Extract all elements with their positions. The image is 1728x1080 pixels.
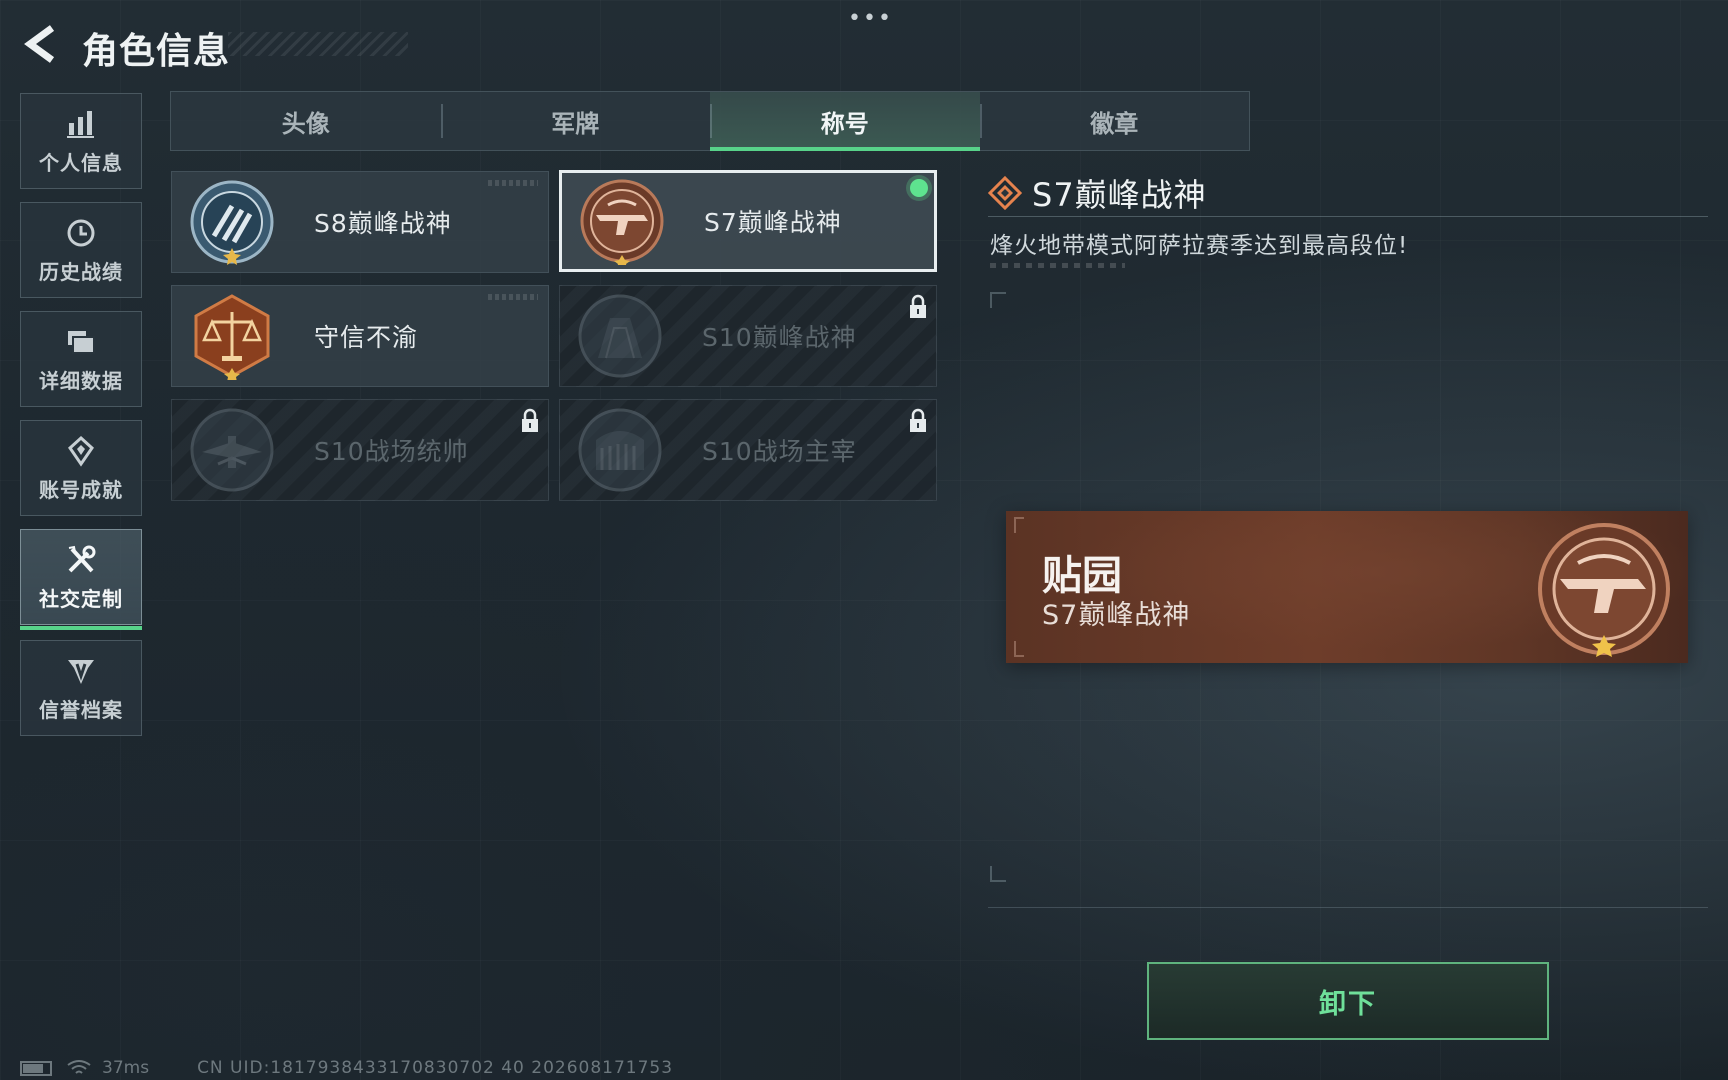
lock-icon [522,408,538,432]
card-decoration [488,294,538,300]
title-card-s10-dominator[interactable]: S10战场主宰 [559,399,937,501]
battery-icon [20,1061,52,1076]
lock-icon [910,294,926,318]
screen: ••• 角色信息 个人信息 历史战绩 详细数据 账号成就 社交定制 信誉档案 头… [0,0,1728,1080]
sidebar-item-label: 账号成就 [39,477,123,502]
sidebar-item-label: 详细数据 [39,368,123,393]
title-name: S7巅峰战神 [704,208,842,237]
title-name: 守信不渝 [314,323,419,352]
achievement-icon [68,435,94,467]
title-name: S10战场统帅 [314,437,469,466]
title-decoration [228,32,408,56]
nameplate-title: S7巅峰战神 [1042,600,1191,631]
tab-dogtag[interactable]: 军牌 [440,92,711,150]
justice-scale-badge-icon [194,294,270,380]
sidebar-item-achievements[interactable]: 账号成就 [20,420,142,516]
sidebar-item-label: 社交定制 [39,586,123,611]
sidebar-item-label: 历史战绩 [39,259,123,284]
bar-chart-icon [67,110,94,138]
sidebar-item-personal-info[interactable]: 个人信息 [20,93,142,189]
s10-commander-badge-icon [190,408,274,492]
frame-corner [990,866,1006,882]
back-button[interactable] [20,20,60,68]
s8-peak-badge-icon [190,180,274,265]
title-card-s8-peak[interactable]: S8巅峰战神 [171,171,549,273]
s7-peak-badge-icon [580,179,664,265]
sidebar-item-label: 信誉档案 [39,697,123,722]
title-card-keep-faith[interactable]: 守信不渝 [171,285,549,387]
s7-peak-badge-icon [1538,523,1670,657]
tab-bar: 头像 军牌 称号 徽章 [170,91,1250,151]
rank-diamond-icon [988,176,1022,210]
detail-description: 烽火地带模式阿萨拉赛季达到最高段位! [990,233,1409,259]
title-name: S10巅峰战神 [702,323,857,352]
sidebar-item-label: 个人信息 [39,150,123,175]
sidebar-item-history[interactable]: 历史战绩 [20,202,142,298]
detail-decoration [990,263,1125,268]
detail-divider [988,216,1708,217]
lock-icon [910,408,926,432]
bracket-decoration [1014,641,1024,657]
sidebar-item-social-custom[interactable]: 社交定制 [20,529,142,630]
sidebar-item-detailed-data[interactable]: 详细数据 [20,311,142,407]
nameplate-preview: 贴园 S7巅峰战神 [1006,511,1688,663]
history-clock-icon [67,219,95,246]
title-name: S10战场主宰 [702,437,857,466]
tab-badge[interactable]: 徽章 [979,92,1250,150]
back-arrow-icon [24,25,55,63]
card-decoration [488,180,538,186]
s10-dominator-badge-icon [578,408,662,492]
unequip-button[interactable]: 卸下 [1147,962,1549,1040]
sidebar-item-credit-record[interactable]: 信誉档案 [20,640,142,736]
folder-data-icon [68,330,95,354]
ping-value: 37ms [102,1058,150,1078]
credit-shield-icon [68,659,94,684]
bracket-decoration [1014,517,1024,533]
title-card-s10-peak[interactable]: S10巅峰战神 [559,285,937,387]
tab-title[interactable]: 称号 [710,92,980,151]
title-card-s10-commander[interactable]: S10战场统帅 [171,399,549,501]
panel-divider [988,907,1708,908]
title-card-s7-peak[interactable]: S7巅峰战神 [559,170,937,272]
unequip-label: 卸下 [1319,988,1377,1020]
title-name: S8巅峰战神 [314,209,452,238]
more-options-icon[interactable]: ••• [848,6,893,31]
tools-icon [68,545,96,572]
detail-title: S7巅峰战神 [1032,176,1207,214]
status-bar: 37ms CN UID:1817938433170830702 40 20260… [20,1058,673,1078]
frame-corner [990,292,1006,308]
page-title: 角色信息 [82,31,231,72]
detail-header: S7巅峰战神 [988,170,1207,216]
wifi-icon [67,1060,91,1074]
user-uid: CN UID:1817938433170830702 40 2026081717… [197,1058,674,1078]
tab-avatar[interactable]: 头像 [171,92,441,150]
s10-peak-badge-icon [578,294,662,378]
equipped-indicator [910,179,928,197]
